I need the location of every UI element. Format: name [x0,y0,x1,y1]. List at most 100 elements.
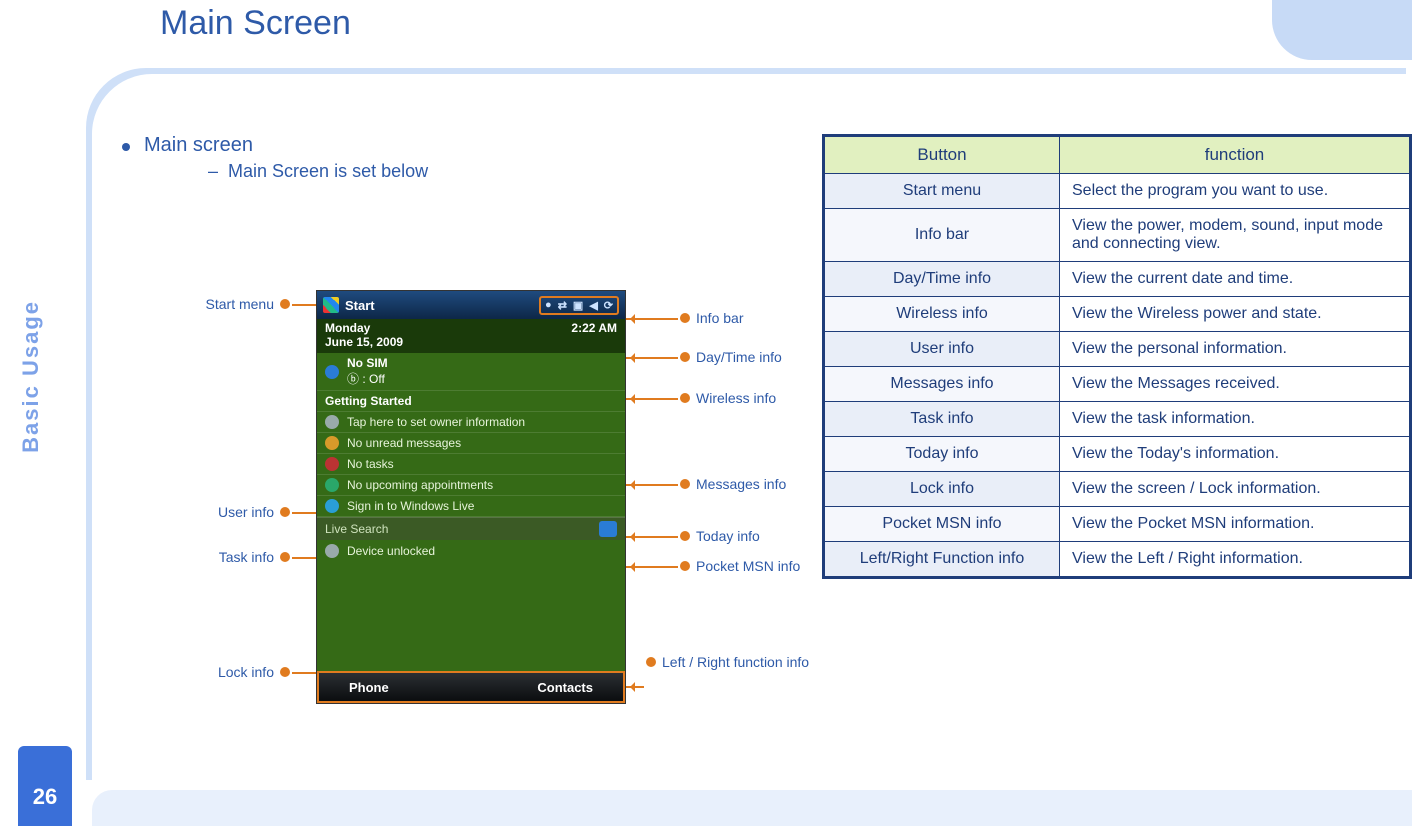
table-cell-function: View the task information. [1060,402,1411,437]
table-cell-button: Task info [824,402,1060,437]
arrow-icon [626,398,678,400]
callout-start-menu: Start menu [140,296,290,312]
table-row: User infoView the personal information. [824,332,1411,367]
dot-icon [680,393,690,403]
callout-messages: Messages info [680,476,786,492]
bullet-sub: Main Screen is set below [228,161,428,182]
dot-icon [680,531,690,541]
phone-title-bar: Start ● ⇄ ▣ ◀ ⟳ [317,291,625,319]
bottom-bar [92,790,1412,826]
arrow-icon [626,318,678,320]
arrow-icon [626,484,678,486]
table-row: Task infoView the task information. [824,402,1411,437]
callout-lr-function: Left / Right function info [646,654,809,670]
softkey-left: Phone [349,680,389,695]
th-function: function [1060,136,1411,174]
page-title: Main Screen [160,4,351,43]
table-cell-button: Today info [824,437,1060,472]
table-cell-button: Left/Right Function info [824,542,1060,578]
lock-icon [325,544,339,558]
phone-appts-row: No upcoming appointments [317,475,625,496]
table-cell-button: Wireless info [824,297,1060,332]
owner-icon [325,415,339,429]
dot-icon [680,479,690,489]
table-row: Info barView the power, modem, sound, in… [824,209,1411,262]
phone-day: Monday [325,321,370,335]
battery-icon: ● [545,299,552,312]
side-tab: Basic Usage [18,0,72,826]
phone-nosim: No SIM [347,356,388,370]
wireless-icon [325,365,339,379]
calendar-icon [325,478,339,492]
arrow-icon [626,536,678,538]
side-strip: 26 [18,746,72,826]
table-row: Wireless infoView the Wireless power and… [824,297,1411,332]
callout-user-info: User info [140,504,290,520]
callout-task-info: Task info [140,549,290,565]
phone-live-search: Live Search [317,517,625,540]
table-cell-function: View the power, modem, sound, input mode… [1060,209,1411,262]
phone-screenshot: Start ● ⇄ ▣ ◀ ⟳ Monday June 15, 2009 2:2… [316,290,626,704]
table-cell-button: User info [824,332,1060,367]
table-row: Messages infoView the Messages received. [824,367,1411,402]
table-cell-function: Select the program you want to use. [1060,174,1411,209]
table-cell-button: Pocket MSN info [824,507,1060,542]
table-cell-button: Lock info [824,472,1060,507]
table-cell-function: View the Today's information. [1060,437,1411,472]
side-tab-label: Basic Usage [18,300,72,453]
phone-softkeys: Phone Contacts [317,671,625,703]
table-cell-function: View the Messages received. [1060,367,1411,402]
task-icon [325,457,339,471]
search-go-icon [599,521,617,537]
table-cell-function: View the current date and time. [1060,262,1411,297]
table-cell-button: Info bar [824,209,1060,262]
table-cell-function: View the personal information. [1060,332,1411,367]
th-button: Button [824,136,1060,174]
table-cell-button: Start menu [824,174,1060,209]
connect-icon: ⟳ [604,299,613,312]
function-table: Button function Start menuSelect the pro… [822,134,1412,579]
start-label: Start [345,298,375,313]
callout-lock-info: Lock info [140,664,290,680]
dot-icon [280,667,290,677]
softkey-right: Contacts [537,680,593,695]
speaker-icon: ◀ [589,299,597,312]
bullet-list: Main screen – Main Screen is set below [122,134,428,182]
content-panel: Main screen – Main Screen is set below S… [92,74,1412,786]
info-bar-icons: ● ⇄ ▣ ◀ ⟳ [539,296,619,315]
table-row: Left/Right Function infoView the Left / … [824,542,1411,578]
signal-icon: ▣ [573,299,583,312]
dot-icon [280,299,290,309]
callout-wireless: Wireless info [680,390,776,406]
phone-live-row: Sign in to Windows Live [317,496,625,517]
phone-wireless-row: No SIM ⓑ : Off [317,353,625,391]
page-number: 26 [18,784,72,810]
callout-msn: Pocket MSN info [680,558,800,574]
phone-bt: : Off [359,372,385,386]
bullet-main: Main screen [144,134,253,157]
dot-icon [680,561,690,571]
dash-icon: – [208,161,218,182]
phone-date-row: Monday June 15, 2009 2:22 AM [317,319,625,353]
table-cell-function: View the Wireless power and state. [1060,297,1411,332]
corner-ribbon [1272,0,1412,60]
dot-icon [280,507,290,517]
table-cell-button: Day/Time info [824,262,1060,297]
arrow-icon [626,566,678,568]
phone-date: June 15, 2009 [325,335,403,349]
phone-getting-started: Getting Started [317,391,625,412]
phone-time: 2:22 AM [571,321,617,349]
arrow-icon [626,686,644,688]
table-row: Today infoView the Today's information. [824,437,1411,472]
sync-icon: ⇄ [558,299,567,312]
table-row: Lock infoView the screen / Lock informat… [824,472,1411,507]
mail-icon [325,436,339,450]
phone-unlock-row: Device unlocked [317,540,625,562]
callout-today: Today info [680,528,760,544]
callout-info-bar: Info bar [680,310,743,326]
dot-icon [680,313,690,323]
table-cell-button: Messages info [824,367,1060,402]
table-row: Day/Time infoView the current date and t… [824,262,1411,297]
table-cell-function: View the screen / Lock information. [1060,472,1411,507]
annotated-diagram: Start menu User info Task info Lock info… [140,224,800,664]
